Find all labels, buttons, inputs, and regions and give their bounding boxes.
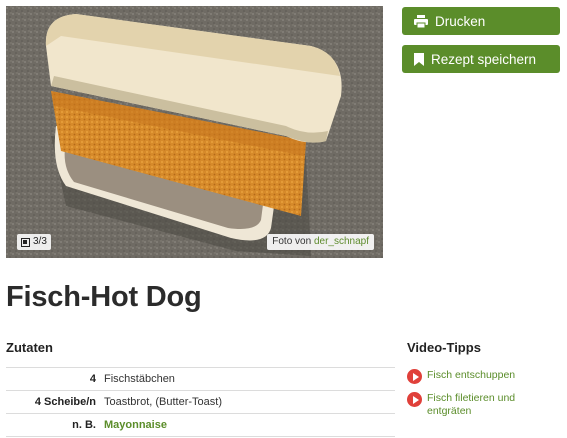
print-button[interactable]: Drucken — [402, 7, 560, 35]
video-tip-link[interactable]: Fisch entschuppen — [407, 369, 515, 384]
save-recipe-button[interactable]: Rezept speichern — [402, 45, 560, 73]
ingredient-name: Fischstäbchen — [104, 373, 175, 385]
gallery-icon — [21, 237, 30, 247]
photo-credit: Foto von der_schnapf — [267, 234, 374, 250]
ingredients-heading: Zutaten — [6, 340, 53, 355]
ingredient-amount: 4 Scheibe/n — [34, 396, 96, 408]
ingredient-name: Toastbrot, (Butter-Toast) — [104, 396, 222, 408]
bookmark-icon — [414, 52, 424, 66]
photo-image — [6, 6, 383, 258]
photo-credit-author-link[interactable]: der_schnapf — [314, 236, 369, 247]
image-counter[interactable]: 3/3 — [17, 234, 51, 250]
ingredient-link[interactable]: Mayonnaise — [102, 414, 395, 437]
ingredient-amount: n. B. — [72, 419, 96, 431]
video-tip-label: Fisch filetieren und entgräten — [427, 392, 516, 417]
printer-icon — [414, 14, 428, 28]
play-icon — [407, 369, 422, 384]
video-tip-label: Fisch entschuppen — [427, 369, 516, 381]
table-row: n. B. Mayonnaise — [6, 413, 395, 437]
page-title: Fisch-Hot Dog — [6, 281, 202, 313]
print-button-label: Drucken — [435, 13, 486, 29]
save-recipe-button-label: Rezept speichern — [431, 51, 537, 67]
ingredient-amount: 4 — [89, 373, 96, 385]
play-icon — [407, 392, 422, 407]
ingredients-table: 4 Fischstäbchen 4 Scheibe/n Toastbrot, (… — [6, 367, 395, 437]
video-tips-heading: Video-Tipps — [407, 340, 481, 355]
table-row: 4 Scheibe/n Toastbrot, (Butter-Toast) — [6, 390, 395, 414]
recipe-photo[interactable]: 3/3 Foto von der_schnapf — [6, 6, 383, 258]
photo-credit-prefix: Foto von — [272, 236, 312, 247]
table-row: 4 Fischstäbchen — [6, 367, 395, 391]
video-tip-link[interactable]: Fisch filetieren und entgräten — [407, 392, 547, 418]
image-counter-text: 3/3 — [33, 236, 47, 247]
